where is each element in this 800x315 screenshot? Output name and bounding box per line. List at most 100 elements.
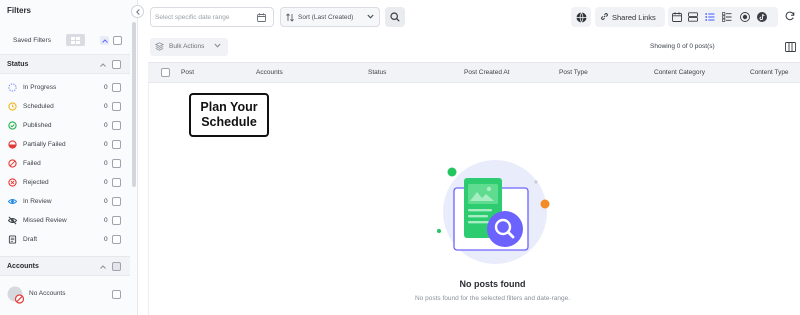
showing-count: Showing 0 of 0 post(s) [650, 43, 800, 50]
search-icon [390, 12, 400, 22]
instagram-grid-icon [740, 12, 750, 22]
list-view-icon [705, 13, 715, 21]
saved-filters-checkbox[interactable] [113, 36, 122, 45]
sidebar-scrollbar[interactable] [132, 22, 136, 187]
status-item-published[interactable]: Published 0 [0, 118, 130, 134]
status-checkbox[interactable] [112, 102, 121, 111]
bulk-actions-dropdown[interactable]: Bulk Actions [150, 38, 228, 56]
chevron-left-icon [135, 8, 140, 15]
status-section-header[interactable]: Status [0, 54, 130, 74]
chevron-down-icon [367, 14, 374, 19]
status-count: 0 [104, 217, 108, 224]
scheduled-icon [8, 102, 17, 111]
list-view-button[interactable] [705, 12, 715, 22]
link-icon [601, 13, 608, 20]
sort-dropdown[interactable]: Sort (Last Created) [280, 7, 380, 27]
status-checkbox[interactable] [112, 216, 121, 225]
empty-state-illustration [437, 160, 550, 264]
status-label: In Progress [23, 84, 57, 91]
date-range-input[interactable]: Select specific date range [150, 7, 274, 27]
status-item-rejected[interactable]: Rejected 0 [0, 175, 130, 191]
status-item-missed-review[interactable]: Missed Review 0 [0, 213, 130, 229]
saved-filters-toggle[interactable] [66, 34, 85, 46]
status-checkbox[interactable] [112, 178, 121, 187]
status-count: 0 [104, 141, 108, 148]
partially-failed-icon [8, 140, 17, 149]
status-label: Rejected [23, 179, 49, 186]
saved-filters-collapse[interactable] [100, 36, 109, 45]
rejected-icon [8, 178, 17, 187]
grid-icon [71, 36, 80, 44]
column-header-content-category[interactable]: Content Category [654, 69, 705, 76]
status-count: 0 [104, 179, 108, 186]
table-header: Post Accounts Status Post Created At Pos… [148, 62, 800, 83]
status-item-draft[interactable]: Draft 0 [0, 232, 130, 248]
status-checkbox[interactable] [112, 121, 121, 130]
filters-title: Filters [7, 6, 32, 15]
select-all-posts-checkbox[interactable] [161, 68, 170, 77]
status-item-failed[interactable]: Failed 0 [0, 156, 130, 172]
failed-icon [8, 159, 17, 168]
status-item-in-review[interactable]: In Review 0 [0, 194, 130, 210]
calendar-view-button[interactable] [672, 12, 682, 22]
status-label: Scheduled [23, 103, 54, 110]
status-item-partially-failed[interactable]: Partially Failed 0 [0, 137, 130, 153]
status-checkbox[interactable] [112, 140, 121, 149]
account-item-no-accounts[interactable]: No Accounts [0, 284, 130, 306]
column-header-post-created-at[interactable]: Post Created At [464, 69, 510, 76]
status-checkbox[interactable] [112, 159, 121, 168]
feed-view-icon [688, 12, 698, 22]
status-count: 0 [104, 103, 108, 110]
column-header-content-type[interactable]: Content Type [750, 69, 789, 76]
accounts-section-header[interactable]: Accounts [0, 256, 130, 276]
status-checkbox[interactable] [112, 197, 121, 206]
calendar-view-icon [672, 12, 682, 22]
status-checkbox[interactable] [112, 235, 121, 244]
status-label: Missed Review [23, 217, 67, 224]
view-mode-group [668, 7, 778, 27]
column-header-status[interactable]: Status [368, 69, 386, 76]
status-item-in-progress[interactable]: In Progress 0 [0, 80, 130, 96]
refresh-button[interactable] [783, 9, 797, 23]
in-review-icon [8, 198, 17, 205]
column-header-accounts[interactable]: Accounts [256, 69, 283, 76]
status-label: Failed [23, 160, 41, 167]
sidebar-collapse-button[interactable] [131, 5, 144, 18]
search-button[interactable] [385, 7, 405, 27]
published-icon [8, 121, 17, 130]
missed-review-icon [8, 216, 17, 225]
shared-links-button[interactable]: Shared Links [595, 7, 665, 27]
date-range-placeholder: Select specific date range [155, 14, 230, 21]
column-settings-button[interactable] [784, 41, 796, 53]
showing-text: Showing 0 of 0 post(s) [650, 43, 715, 50]
avatar-blocked-icon [7, 286, 25, 304]
column-header-post-type[interactable]: Post Type [559, 69, 588, 76]
status-count: 0 [104, 160, 108, 167]
status-item-scheduled[interactable]: Scheduled 0 [0, 99, 130, 115]
grid-view-button[interactable] [740, 12, 750, 22]
status-select-all-checkbox[interactable] [112, 60, 121, 69]
callout-line-1: Plan Your [200, 100, 258, 114]
empty-state-subtitle: No posts found for the selected filters … [414, 295, 570, 302]
plan-schedule-callout: Plan Your Schedule [189, 93, 269, 137]
sort-icon [286, 13, 294, 22]
top-toolbar: Select specific date range Sort (Last Cr… [138, 0, 800, 34]
status-checkbox[interactable] [112, 83, 121, 92]
tiktok-view-button[interactable] [757, 12, 767, 22]
empty-state-title: No posts found [459, 279, 526, 289]
compact-list-icon [722, 12, 732, 22]
account-checkbox[interactable] [112, 290, 121, 299]
in-progress-icon [8, 83, 17, 92]
status-count: 0 [104, 198, 108, 205]
feed-view-button[interactable] [688, 12, 698, 22]
timezone-button[interactable] [571, 7, 591, 27]
compact-list-view-button[interactable] [722, 12, 732, 22]
column-header-post[interactable]: Post [181, 69, 194, 76]
bulk-actions-label: Bulk Actions [169, 43, 205, 50]
no-accounts-label: No Accounts [29, 290, 66, 297]
saved-filters-button[interactable]: Saved Filters [7, 32, 57, 48]
chevron-up-icon [100, 63, 106, 67]
status-label: Partially Failed [23, 141, 66, 148]
accounts-select-all-checkbox[interactable] [112, 262, 121, 271]
filters-sidebar: Filters Saved Filters Status In Progress… [0, 0, 138, 315]
